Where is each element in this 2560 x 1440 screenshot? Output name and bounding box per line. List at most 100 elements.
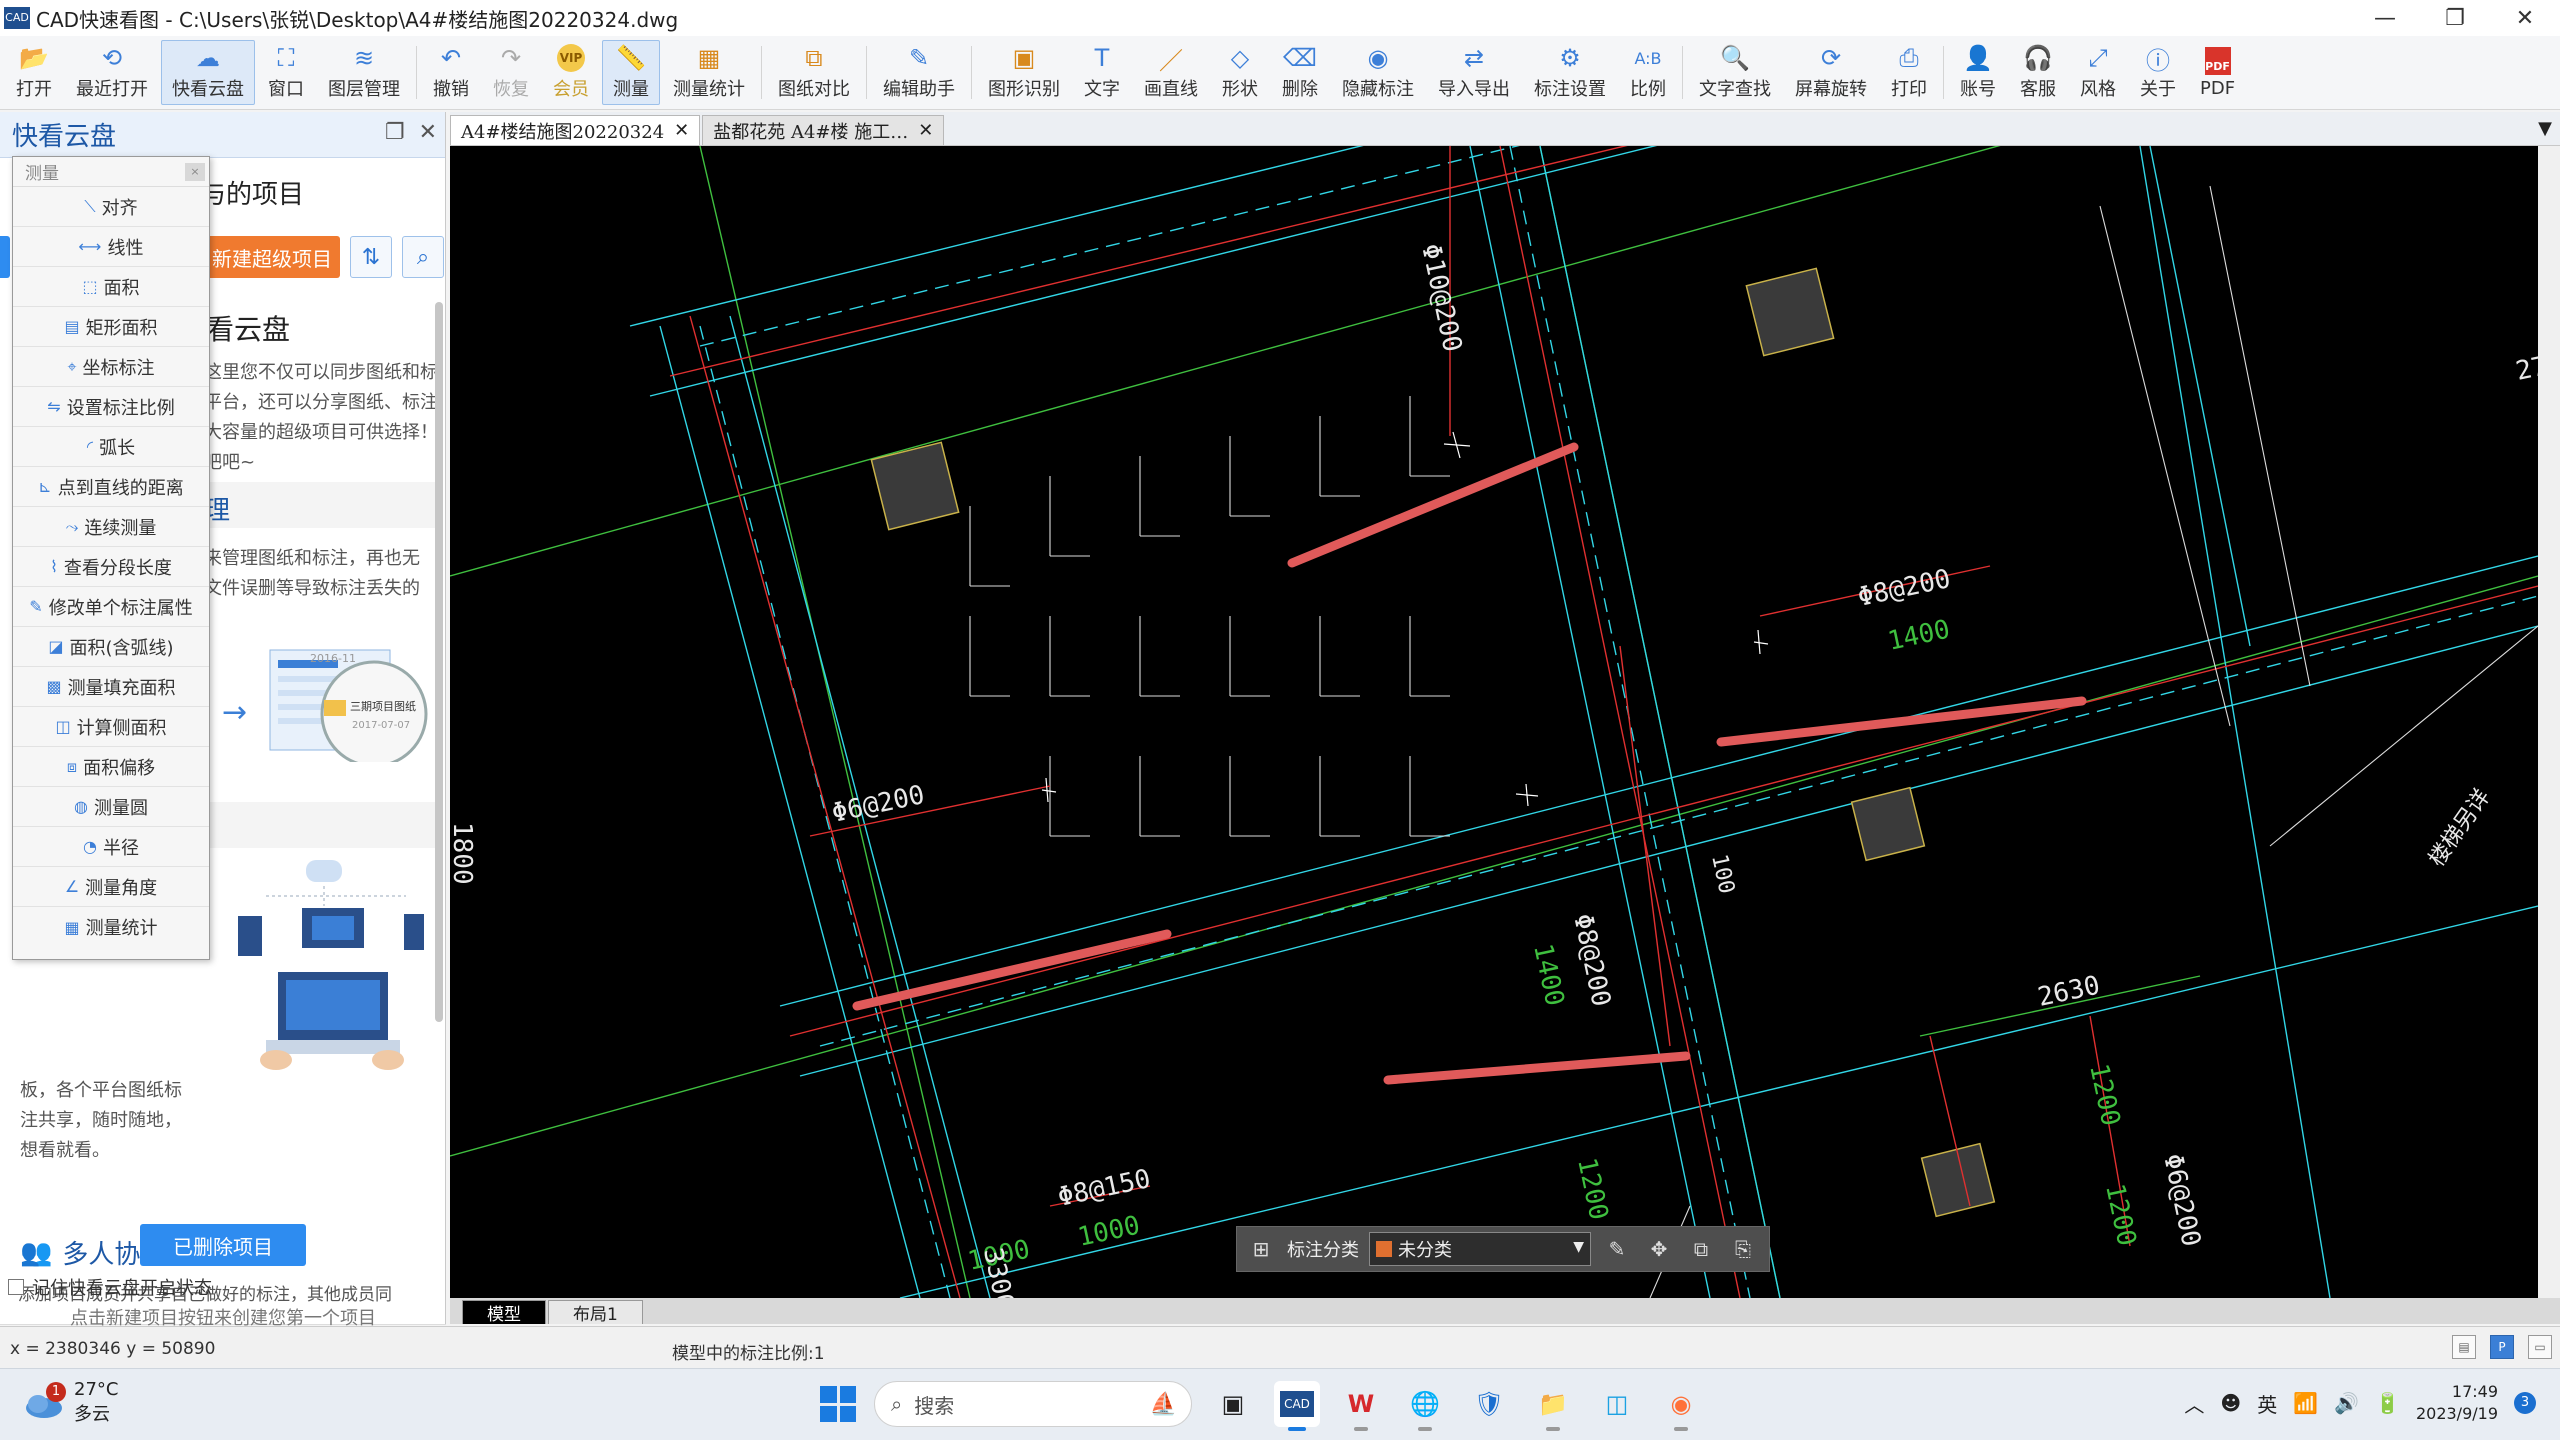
account-button[interactable]: 👤 账号: [1949, 40, 2007, 105]
line-button[interactable]: ／画直线: [1133, 40, 1209, 105]
measure-rect-area[interactable]: ▤ 矩形面积: [13, 307, 209, 347]
weather-widget[interactable]: 1 27°C 多云: [24, 1379, 118, 1426]
measure-area-offset[interactable]: ⧈ 面积偏移: [13, 747, 209, 787]
canvas-scrollbar[interactable]: [2538, 146, 2560, 1298]
close-panel-icon[interactable]: ✕: [419, 120, 437, 145]
pdf-button[interactable]: PDF PDF: [2189, 40, 2246, 105]
remember-state[interactable]: 记住快看云盘开启状态: [8, 1274, 212, 1300]
about-button[interactable]: ⓘ 关于: [2129, 40, 2187, 105]
measure-radius[interactable]: ◔ 半径: [13, 827, 209, 867]
window-button[interactable]: ⛶ 窗口: [257, 40, 315, 105]
edit-helper-button[interactable]: ✎ 编辑助手: [872, 40, 966, 105]
panel-scrollbar[interactable]: [435, 302, 443, 1022]
shape-recognize-button[interactable]: ▣ 图形识别: [977, 40, 1071, 105]
doc-tab-2[interactable]: 盐都花苑 A4#楼 施工… ✕: [702, 115, 945, 145]
restore-panel-icon[interactable]: ❐: [385, 120, 405, 145]
ratio-button[interactable]: A:B 比例: [1619, 40, 1677, 105]
task-view-icon[interactable]: ▣: [1210, 1381, 1256, 1427]
tab-layout1[interactable]: 布局1: [548, 1300, 643, 1325]
layout-toggle-icon[interactable]: P: [2490, 1335, 2514, 1359]
recent-button[interactable]: ⟲ 最近打开: [65, 40, 159, 105]
cad-canvas[interactable]: Φ10@200 Φ8@200 1400 Φ6@200 Φ8@200 1400 1…: [450, 146, 2560, 1298]
hide-annotation-button[interactable]: ◉ 隐藏标注: [1331, 40, 1425, 105]
security-shield-icon[interactable]: 🛡: [1466, 1381, 1512, 1427]
measure-stats[interactable]: ▦ 测量统计: [13, 907, 209, 947]
fullscreen-icon[interactable]: ▭: [2528, 1335, 2552, 1359]
measure-continuous[interactable]: ⤳ 连续测量: [13, 507, 209, 547]
measure-fill-area[interactable]: ▩ 测量填充面积: [13, 667, 209, 707]
move-icon[interactable]: ✥: [1643, 1233, 1675, 1265]
import-export-button[interactable]: ⇄ 导入导出: [1427, 40, 1521, 105]
text-button[interactable]: T 文字: [1073, 40, 1131, 105]
measure-point-line[interactable]: ⊾ 点到直线的距离: [13, 467, 209, 507]
measure-set-scale[interactable]: ⇋ 设置标注比例: [13, 387, 209, 427]
measure-segment-length[interactable]: ⌇ 查看分段长度: [13, 547, 209, 587]
cloud-button[interactable]: ☁ 快看云盘: [161, 40, 255, 105]
close-tab-icon[interactable]: ✕: [918, 120, 933, 141]
tray-app-icon[interactable]: ☻: [2220, 1391, 2241, 1415]
tab-list-dropdown-icon[interactable]: ▼: [2538, 118, 2552, 139]
sync-button[interactable]: ⇅: [350, 236, 392, 278]
open-button[interactable]: 📂 打开: [5, 40, 63, 105]
measure-coordinate[interactable]: ⌖ 坐标标注: [13, 347, 209, 387]
minimize-button[interactable]: —: [2350, 0, 2420, 36]
measure-menu-close-icon[interactable]: ×: [185, 163, 205, 181]
measure-linear[interactable]: ⟷ 线性: [13, 227, 209, 267]
remember-checkbox[interactable]: [8, 1279, 24, 1295]
measure-edit-annotation[interactable]: ✎ 修改单个标注属性: [13, 587, 209, 627]
file-explorer-icon[interactable]: 📁: [1530, 1381, 1576, 1431]
measure-area[interactable]: ⬚ 面积: [13, 267, 209, 307]
wps-taskbar-icon[interactable]: W: [1338, 1381, 1384, 1431]
battery-icon[interactable]: 🔋: [2375, 1391, 2400, 1415]
input-language[interactable]: 英: [2257, 1389, 2277, 1418]
measure-arc-length[interactable]: ◜ 弧长: [13, 427, 209, 467]
close-tab-icon[interactable]: ✕: [674, 120, 689, 141]
search-button[interactable]: ⌕: [402, 236, 444, 278]
maximize-button[interactable]: ❐: [2420, 0, 2490, 36]
undo-button[interactable]: ↶ 撤销: [422, 40, 480, 105]
delete-button[interactable]: ⌫ 删除: [1271, 40, 1329, 105]
edit-icon[interactable]: ✎: [1601, 1233, 1633, 1265]
deleted-projects-button[interactable]: 已删除项目: [140, 1224, 306, 1266]
browser-globe-icon[interactable]: 🌐: [1402, 1381, 1448, 1431]
app-taskbar-icon[interactable]: ◫: [1594, 1381, 1640, 1427]
annotation-stroke[interactable]: [1383, 1051, 1691, 1085]
volume-icon[interactable]: 🔊: [2334, 1391, 2359, 1415]
measure-stats-button[interactable]: ▦ 测量统计: [662, 40, 756, 105]
compare-button[interactable]: ⧉ 图纸对比: [767, 40, 861, 105]
redo-button[interactable]: ↷ 恢复: [482, 40, 540, 105]
measure-align[interactable]: ⟍ 对齐: [13, 187, 209, 227]
cad-drawing[interactable]: Φ10@200 Φ8@200 1400 Φ6@200 Φ8@200 1400 1…: [450, 146, 2560, 1298]
measure-angle[interactable]: ∠ 测量角度: [13, 867, 209, 907]
wifi-icon[interactable]: 📶: [2293, 1391, 2318, 1415]
vip-button[interactable]: VIP 会员: [542, 40, 600, 105]
print-button[interactable]: ⎙ 打印: [1880, 40, 1938, 105]
annotation-stroke[interactable]: [1287, 442, 1579, 568]
annotation-stroke[interactable]: [1716, 696, 2087, 747]
cad-viewer-taskbar-icon[interactable]: CAD: [1274, 1381, 1320, 1431]
grid-icon[interactable]: ⊞: [1245, 1233, 1277, 1265]
rotate-screen-button[interactable]: ⟳ 屏幕旋转: [1784, 40, 1878, 105]
service-button[interactable]: 🎧 客服: [2009, 40, 2067, 105]
measure-side-area[interactable]: ◫ 计算侧面积: [13, 707, 209, 747]
start-button[interactable]: [820, 1386, 856, 1422]
clock[interactable]: 17:49 2023/9/19: [2416, 1381, 2498, 1425]
notification-badge[interactable]: 3: [2514, 1392, 2536, 1414]
taskbar-search[interactable]: ⌕ 搜索 ⛵: [874, 1381, 1192, 1427]
firefox-icon[interactable]: ◉: [1658, 1381, 1704, 1431]
layers-button[interactable]: ≋ 图层管理: [317, 40, 411, 105]
measure-button[interactable]: 📏 测量: [602, 40, 660, 105]
snapshot-icon[interactable]: ▤: [2452, 1335, 2476, 1359]
measure-circle[interactable]: ◍ 测量圆: [13, 787, 209, 827]
find-text-button[interactable]: 🔍 文字查找: [1688, 40, 1782, 105]
new-super-project-button[interactable]: 新建超级项目: [204, 236, 340, 278]
tray-expand-icon[interactable]: ︿: [2184, 1389, 2204, 1418]
shape-button[interactable]: ◇ 形状: [1211, 40, 1269, 105]
annotation-category-select[interactable]: 未分类 ▼: [1369, 1232, 1591, 1266]
annotation-settings-button[interactable]: ⚙ 标注设置: [1523, 40, 1617, 105]
close-button[interactable]: ✕: [2490, 0, 2560, 36]
paste-icon[interactable]: ⎘: [1727, 1233, 1759, 1265]
copy-icon[interactable]: ⧉: [1685, 1233, 1717, 1265]
tab-model[interactable]: 模型: [462, 1300, 546, 1325]
style-button[interactable]: ⤢ 风格: [2069, 40, 2127, 105]
